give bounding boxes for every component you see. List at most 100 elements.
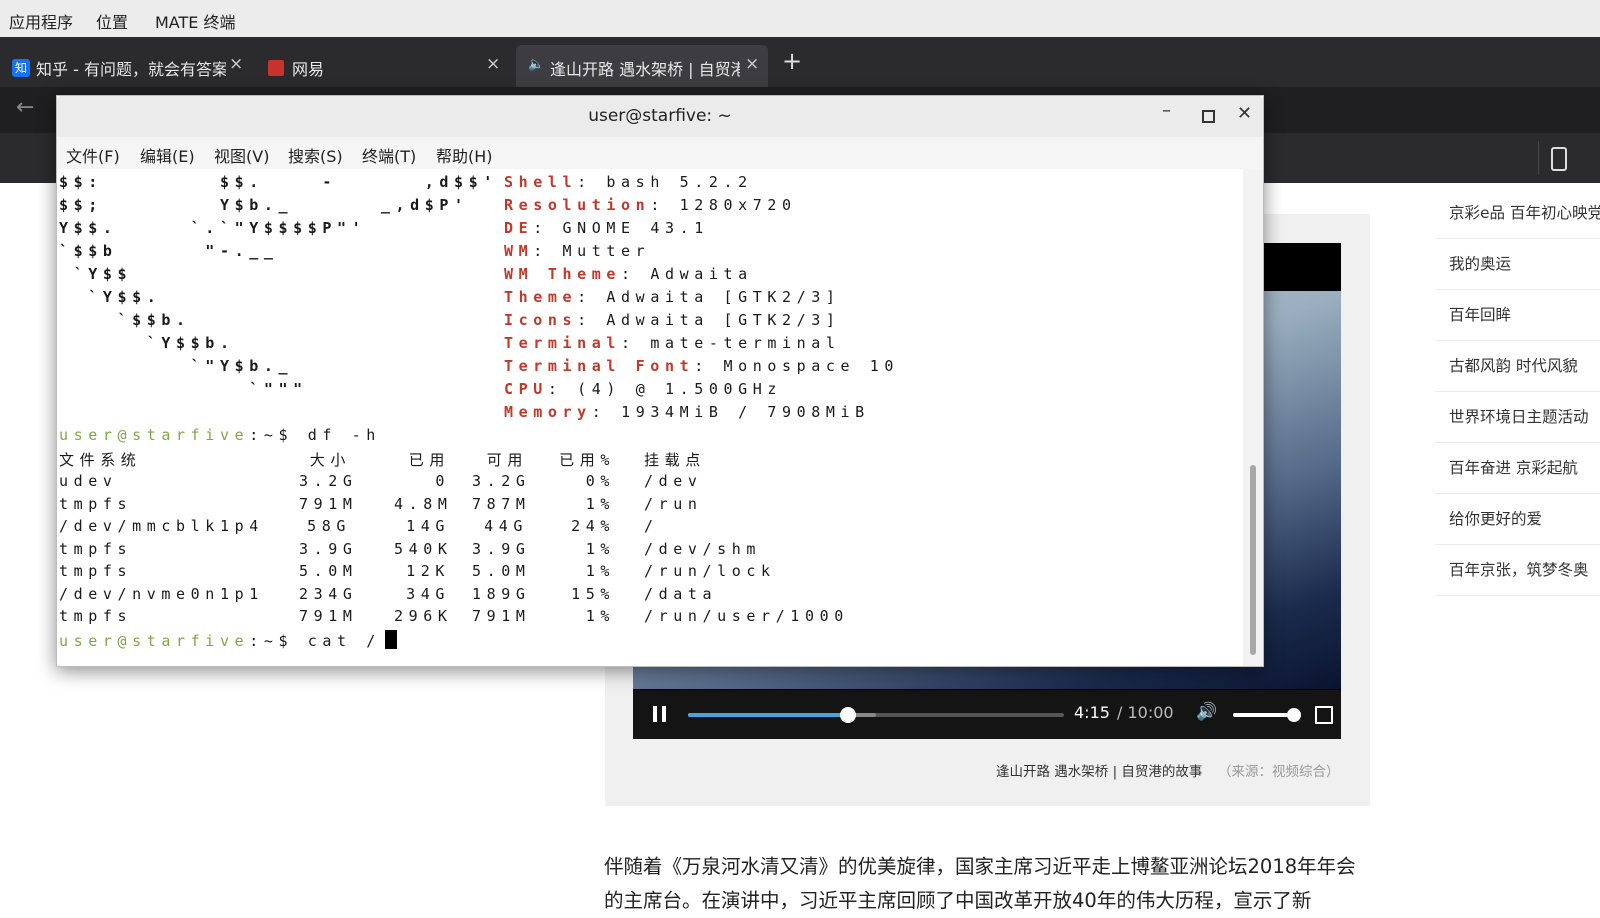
- info-row: DE: GNOME 43.1: [504, 219, 709, 237]
- menu-edit[interactable]: 编辑(E): [140, 143, 195, 167]
- df-row-cell: 3.9G: [472, 539, 531, 558]
- menu-file[interactable]: 文件(F): [66, 143, 120, 167]
- df-row-cell: 34G: [406, 584, 450, 603]
- info-key: WM: [504, 242, 534, 260]
- volume-icon[interactable]: 🔊: [1196, 702, 1217, 722]
- volume-handle[interactable]: [1286, 708, 1301, 722]
- df-row-cell: udev: [59, 472, 118, 490]
- df-row-cell: tmpfs: [59, 607, 133, 625]
- df-row-cell: tmpfs: [59, 539, 133, 558]
- logo-line: Y$$. `.`"Y$$$$P"': [59, 219, 367, 237]
- info-row: CPU: (4) @ 1.500GHz: [504, 380, 783, 398]
- logo-line: `Y$$: [59, 265, 133, 283]
- df-header-cell: 大小: [309, 451, 351, 469]
- active-app-label[interactable]: MATE 终端: [155, 9, 235, 33]
- new-tab-button[interactable]: +: [782, 47, 802, 75]
- info-row: Resolution: 1280x720: [504, 196, 797, 214]
- terminal-titlebar[interactable]: user@starfive: ~ – ✕: [57, 96, 1263, 138]
- pause-icon[interactable]: [653, 706, 667, 722]
- sidebar-item[interactable]: 世界环境日主题活动: [1435, 392, 1600, 443]
- close-icon[interactable]: ✕: [1237, 103, 1252, 124]
- sidebar-item[interactable]: 百年奋进 京彩起航: [1435, 443, 1600, 494]
- logo-line: `"Y$b._: [59, 357, 294, 375]
- info-value: 1280x720: [679, 196, 797, 214]
- prompt-user: user@starfive: [59, 632, 250, 650]
- df-row-cell: 1%: [585, 562, 615, 580]
- df-row-cell: /run/lock: [644, 562, 776, 580]
- places-menu[interactable]: 位置: [96, 9, 128, 33]
- video-controls: 4:15 / 10:00 🔊: [633, 690, 1341, 739]
- df-row-cell: 5.0M: [472, 562, 531, 580]
- df-row-cell: 12K: [406, 562, 450, 580]
- menu-help[interactable]: 帮助(H): [436, 143, 493, 167]
- logo-line: `Y$$b.: [59, 334, 235, 352]
- terminal-scrollbar[interactable]: [1243, 169, 1263, 666]
- prompt-path: :~$: [249, 426, 294, 444]
- progress-track[interactable]: [688, 707, 1064, 723]
- volume-track[interactable]: [1233, 708, 1301, 722]
- sidebar-item[interactable]: 我的奥运: [1435, 239, 1600, 290]
- info-value: Mutter: [562, 242, 651, 260]
- df-row-cell: /run/user/1000: [644, 607, 849, 625]
- progress-handle[interactable]: [839, 707, 856, 723]
- mobile-view-icon[interactable]: [1538, 141, 1579, 175]
- info-value: 1934MiB / 7908MiB: [621, 403, 870, 421]
- df-row-cell: /run: [644, 494, 703, 513]
- sidebar-item[interactable]: 古都风韵 时代风貌: [1435, 341, 1600, 392]
- info-row: Shell: bash 5.2.2: [504, 173, 753, 191]
- df-row-cell: 4.8M: [394, 494, 453, 513]
- tab-close-icon[interactable]: ×: [745, 54, 759, 74]
- df-row-cell: /data: [644, 584, 718, 603]
- time-total: / 10:00: [1117, 703, 1174, 722]
- info-key: CPU: [504, 380, 548, 398]
- info-row: Theme: Adwaita [GTK2/3]: [504, 288, 841, 306]
- sidebar-item[interactable]: 京彩e品 百年初心映党旗: [1435, 188, 1600, 239]
- menu-search[interactable]: 搜索(S): [288, 143, 343, 167]
- terminal-window[interactable]: user@starfive: ~ – ✕ 文件(F) 编辑(E) 视图(V) 搜…: [56, 95, 1264, 667]
- tab-close-icon[interactable]: ×: [229, 54, 243, 74]
- back-arrow-icon[interactable]: ←: [16, 95, 34, 120]
- info-key: Icons: [504, 311, 578, 329]
- info-key: Terminal: [504, 334, 622, 352]
- tab-label: 网易: [292, 60, 325, 79]
- info-key: Memory: [504, 403, 592, 421]
- info-value: Adwaita [GTK2/3]: [606, 288, 841, 306]
- logo-line: `$$b "-.__: [59, 242, 279, 260]
- system-panel: 应用程序 位置 MATE 终端: [0, 0, 1600, 38]
- terminal-menubar: 文件(F) 编辑(E) 视图(V) 搜索(S) 终端(T) 帮助(H): [57, 137, 1263, 170]
- window-title: user@starfive: ~: [588, 106, 732, 126]
- df-row-cell: /dev/shm: [644, 539, 762, 558]
- tab-zhihu[interactable]: 知 知乎 - 有问题，就会有答案 ×: [0, 45, 250, 87]
- info-key: Terminal Font: [504, 357, 695, 375]
- fullscreen-icon[interactable]: [1315, 706, 1333, 724]
- minimize-icon[interactable]: –: [1162, 100, 1171, 121]
- tab-163[interactable]: 网易 ×: [260, 45, 505, 87]
- sidebar-item[interactable]: 百年回眸: [1435, 290, 1600, 341]
- speaker-icon: 🔈: [528, 57, 545, 72]
- menu-terminal[interactable]: 终端(T): [362, 143, 416, 167]
- menu-view[interactable]: 视图(V): [214, 143, 269, 167]
- terminal-output[interactable]: $$: $$. - ,d$$' $$; Y$b._ _,d$P' Y$$. `.…: [57, 169, 1243, 666]
- tab-close-icon[interactable]: ×: [486, 54, 500, 74]
- scrollbar-thumb[interactable]: [1250, 465, 1256, 655]
- df-header-cell: 可用: [486, 451, 528, 469]
- time-current: 4:15: [1074, 703, 1110, 722]
- df-row-cell: 24%: [571, 517, 615, 535]
- df-row-cell: 791M: [299, 494, 358, 513]
- logo-line: $$: $$. - ,d$$': [59, 173, 498, 191]
- info-key: WM Theme: [504, 265, 622, 283]
- info-value: (4) @ 1.500GHz: [577, 380, 783, 398]
- netease-favicon-icon: [268, 60, 284, 76]
- info-row: WM Theme: Adwaita: [504, 265, 753, 283]
- prompt-line: user@starfive:~$ df -h: [59, 426, 381, 444]
- sidebar-item[interactable]: 给你更好的爱: [1435, 494, 1600, 545]
- df-row-cell: 3.2G: [472, 472, 531, 490]
- sidebar-item[interactable]: 百年京张，筑梦冬奥: [1435, 545, 1600, 596]
- applications-menu[interactable]: 应用程序: [9, 9, 73, 33]
- prompt-user: user@starfive: [59, 426, 250, 444]
- tab-video-active[interactable]: 🔈 逢山开路 遇水架桥 | 自贸港 ×: [516, 45, 768, 87]
- df-header-cell: 挂载点: [644, 451, 706, 469]
- sidebar-list: 京彩e品 百年初心映党旗 我的奥运 百年回眸 古都风韵 时代风貌 世界环境日主题…: [1435, 188, 1600, 596]
- maximize-icon[interactable]: [1202, 110, 1215, 123]
- df-row-cell: 1%: [585, 539, 615, 558]
